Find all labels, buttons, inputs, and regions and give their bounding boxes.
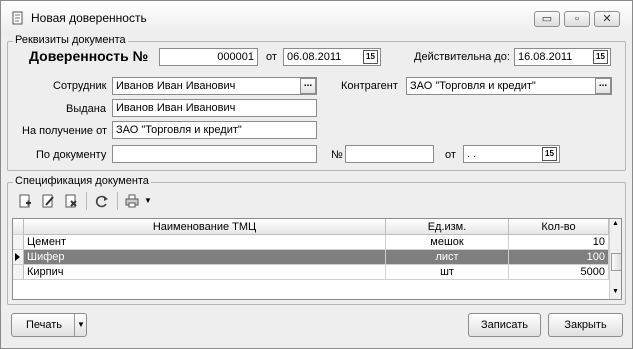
row-indicator [13, 235, 24, 250]
employee-label: Сотрудник [53, 80, 107, 92]
cell-name[interactable]: Шифер [24, 250, 386, 265]
issued-field[interactable]: Иванов Иван Иванович [112, 99, 317, 117]
maximize-button[interactable]: ▫ [564, 11, 590, 27]
refresh-icon[interactable] [95, 194, 109, 208]
vertical-scrollbar[interactable]: ▲ ▼ [609, 219, 621, 299]
valid-until-value: 16.08.2011 [518, 51, 573, 63]
table-row[interactable]: Цемент мешок 10 [13, 235, 609, 250]
doc-date-label: от [266, 51, 277, 63]
doc-from-calendar-icon[interactable]: 15 [542, 147, 557, 161]
print-button[interactable]: Печать ▼ [11, 313, 87, 337]
print-dropdown-arrow-icon[interactable]: ▼ [77, 314, 85, 336]
print-button-label: Печать [26, 319, 63, 331]
counterparty-field[interactable]: ЗАО "Торговля и кредит" [406, 77, 612, 95]
by-document-label: По документу [36, 149, 107, 161]
title-bar[interactable]: Новая доверенность ▭ ▫ ✕ [1, 1, 632, 35]
table-row-selected[interactable]: Шифер лист 100 [13, 250, 609, 265]
scrollbar-thumb[interactable] [611, 253, 621, 271]
doc-date-calendar-icon[interactable]: 15 [363, 50, 378, 64]
print-button-divider [74, 314, 75, 336]
valid-until-label: Действительна до: [414, 51, 510, 63]
print-icon[interactable] [125, 194, 139, 208]
by-document-field[interactable] [112, 145, 317, 163]
employee-field[interactable]: Иванов Иван Иванович [112, 77, 317, 95]
current-row-indicator-icon [13, 250, 24, 265]
doc-from-date-value: . . [467, 148, 477, 160]
counterparty-select-button[interactable]: ... [595, 78, 611, 94]
spec-group-title: Спецификация документа [13, 175, 151, 187]
minimize-icon: ▭ [541, 13, 553, 25]
requisites-group-title: Реквизиты документа [13, 34, 128, 46]
valid-until-calendar-icon[interactable]: 15 [593, 50, 608, 64]
employee-value: Иванов Иван Иванович [116, 80, 236, 92]
toolbar-separator [117, 192, 118, 210]
scroll-down-icon[interactable]: ▼ [612, 288, 619, 295]
maximize-icon: ▫ [575, 13, 579, 25]
cell-name[interactable]: Цемент [24, 235, 386, 250]
counterparty-label: Контрагент [341, 80, 398, 92]
delete-row-icon[interactable] [64, 194, 78, 208]
issued-label: Выдана [66, 103, 106, 115]
column-header-unit[interactable]: Ед.изм. [386, 219, 509, 235]
cell-unit[interactable]: мешок [386, 235, 509, 250]
doc-date-value: 06.08.2011 [287, 51, 342, 63]
column-header-name[interactable]: Наименование ТМЦ [24, 219, 386, 235]
add-row-icon[interactable] [18, 194, 32, 208]
save-button[interactable]: Записать [468, 313, 541, 337]
column-header-qty[interactable]: Кол-во [509, 219, 609, 235]
cell-unit[interactable]: шт [386, 265, 509, 280]
receive-from-field[interactable]: ЗАО "Торговля и кредит" [112, 121, 317, 139]
table-row[interactable]: Кирпич шт 5000 [13, 265, 609, 280]
cell-qty[interactable]: 5000 [509, 265, 609, 280]
doc-from-label: от [445, 149, 456, 161]
row-indicator [13, 265, 24, 280]
edit-row-icon[interactable] [41, 194, 55, 208]
document-icon [12, 11, 23, 25]
doc-num-label: № [331, 149, 343, 161]
scroll-up-icon[interactable]: ▲ [612, 220, 619, 227]
cell-name[interactable]: Кирпич [24, 265, 386, 280]
close-icon: ✕ [602, 13, 612, 25]
close-button[interactable]: Закрыть [548, 313, 623, 337]
spec-table: Наименование ТМЦ Ед.изм. Кол-во Цемент м… [12, 218, 622, 300]
counterparty-value: ЗАО "Торговля и кредит" [410, 80, 536, 92]
doc-number-label: Доверенность № [29, 48, 149, 64]
employee-select-button[interactable]: ... [300, 78, 316, 94]
close-window-button[interactable]: ✕ [594, 11, 620, 27]
cell-qty[interactable]: 10 [509, 235, 609, 250]
print-dropdown-icon[interactable]: ▼ [144, 196, 152, 205]
receive-from-label: На получение от [22, 125, 108, 137]
cell-qty[interactable]: 100 [509, 250, 609, 265]
doc-num-field[interactable] [345, 145, 434, 163]
minimize-button[interactable]: ▭ [534, 11, 560, 27]
cell-unit[interactable]: лист [386, 250, 509, 265]
header-indicator [13, 219, 24, 235]
dialog-window: Новая доверенность ▭ ▫ ✕ Реквизиты докум… [0, 0, 633, 349]
toolbar-separator [86, 192, 87, 210]
doc-number-field[interactable]: 000001 [159, 48, 258, 66]
window-title: Новая доверенность [31, 11, 147, 25]
